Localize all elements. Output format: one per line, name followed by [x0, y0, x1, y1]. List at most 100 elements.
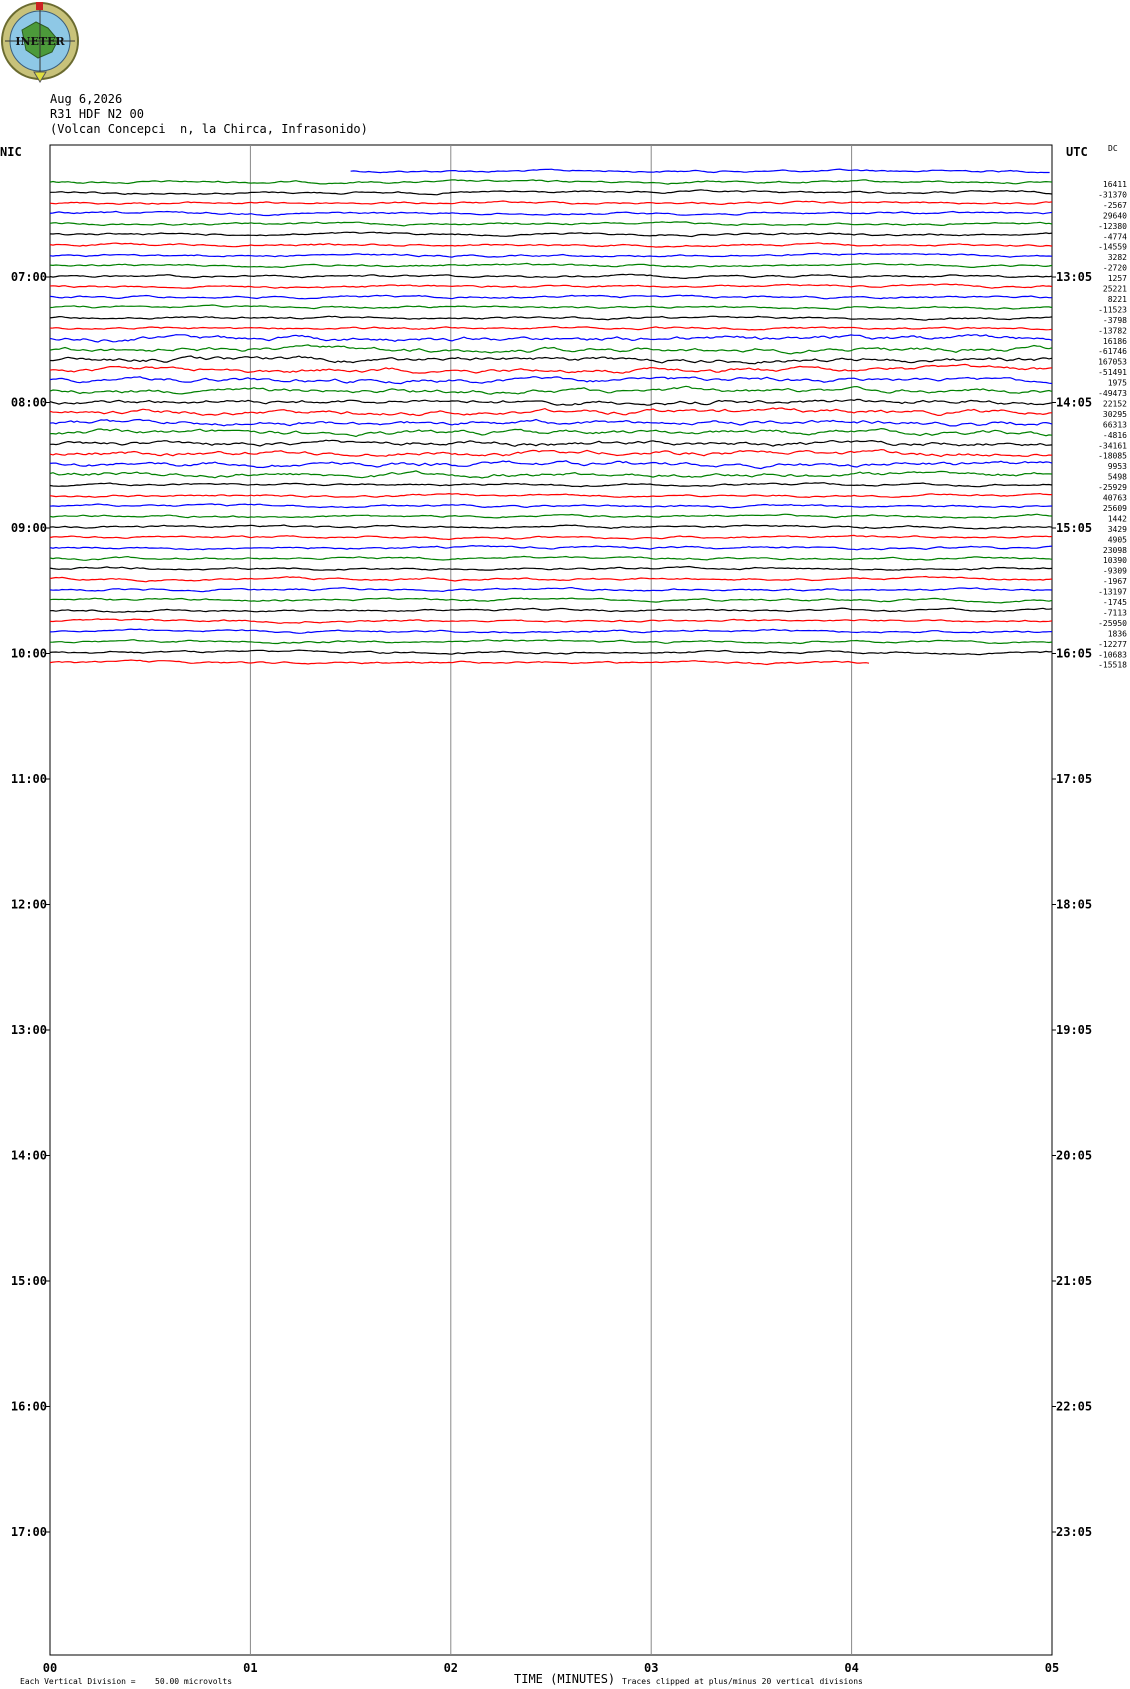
dc-offset-label: 167053: [1098, 358, 1127, 367]
trace-line: [49, 334, 1053, 343]
trace-line: [49, 344, 1053, 355]
trace-line: [49, 659, 870, 666]
dc-offset-label: 4905: [1108, 535, 1127, 544]
dc-offset-label: 8221: [1108, 295, 1127, 304]
trace-line: [49, 649, 1053, 656]
tick-labels: 00 01 02 03 04 05 07:00 08:00 09:00 10:00 11:00 12:…: [11, 180, 1127, 1675]
dc-offset-label: -12380: [1098, 222, 1127, 231]
dc-offset-label: 3282: [1108, 253, 1127, 262]
dc-offset-label: -3798: [1103, 316, 1127, 325]
dc-offset-label: -4774: [1103, 232, 1127, 241]
grid-lines: [46, 144, 1056, 1656]
trace-line: [49, 179, 1053, 185]
trace-line: [49, 586, 1053, 593]
trace-line: [49, 513, 1053, 519]
right-hour-label: 17:05: [1056, 772, 1092, 786]
dc-offset-label: -12277: [1098, 640, 1127, 649]
trace-line: [49, 524, 1053, 530]
left-hour-label: 13:00: [11, 1023, 47, 1037]
left-hour-label: 08:00: [11, 396, 47, 410]
x-tick-label: 02: [444, 1661, 458, 1675]
trace-line: [49, 628, 1053, 634]
trace-line: [50, 427, 1053, 438]
trace-line: [49, 221, 1053, 227]
trace-line: [49, 597, 1053, 604]
left-hour-label: 10:00: [11, 647, 47, 661]
trace-line: [49, 325, 1053, 331]
dc-offset-label: 16186: [1103, 337, 1127, 346]
dc-offset-label: -7113: [1103, 608, 1127, 617]
dc-offset-label: 1442: [1108, 514, 1127, 523]
dc-offset-label: -1967: [1103, 577, 1127, 586]
trace-line: [49, 376, 1053, 385]
dc-offset-label: -18085: [1098, 452, 1127, 461]
left-hour-label: 16:00: [11, 1400, 47, 1414]
trace-line: [49, 418, 1053, 427]
trace-line: [49, 273, 1053, 280]
trace-line: [350, 168, 1050, 174]
dc-offset-label: 40763: [1103, 494, 1127, 503]
dc-offset-label: 25609: [1103, 504, 1127, 513]
trace-line: [49, 355, 1053, 365]
dc-offset-label: 3429: [1108, 525, 1127, 534]
x-tick-label: 01: [243, 1661, 257, 1675]
right-hour-label: 13:05: [1056, 270, 1092, 284]
dc-offset-label: -25950: [1098, 619, 1127, 628]
dc-offset-label: -14559: [1098, 243, 1127, 252]
right-hour-label: 20:05: [1056, 1149, 1092, 1163]
x-tick-label: 04: [844, 1661, 858, 1675]
dc-offset-label: -2720: [1103, 264, 1127, 273]
division-note: Each Vertical Division =: [20, 1677, 136, 1686]
right-hour-label: 14:05: [1056, 396, 1092, 410]
helicorder-plot: 00 01 02 03 04 05 07:00 08:00 09:00 10:00 11:00 12:…: [11, 144, 1127, 1675]
trace-line: [49, 200, 1053, 206]
trace-line: [49, 283, 1053, 289]
trace-line: [49, 242, 1053, 248]
dc-offset-label: -1745: [1103, 598, 1127, 607]
trace-line: [49, 448, 1053, 458]
x-tick-label: 03: [644, 1661, 658, 1675]
dc-offset-label: 29640: [1103, 211, 1127, 220]
dc-offset-label: -11523: [1098, 305, 1127, 314]
dc-offset-label: 1836: [1108, 629, 1127, 638]
dc-offset-label: 9953: [1108, 462, 1127, 471]
left-hour-label: 15:00: [11, 1274, 47, 1288]
right-hour-label: 18:05: [1056, 898, 1092, 912]
clipped-note: Traces clipped at plus/minus 20 vertical…: [622, 1677, 863, 1686]
trace-line: [49, 607, 1053, 613]
dc-offset-label: 30295: [1103, 410, 1127, 419]
dc-offset-label: 16411: [1103, 180, 1127, 189]
dc-offset-label: 25221: [1103, 285, 1127, 294]
trace-line: [49, 304, 1053, 311]
left-hour-label: 11:00: [11, 772, 47, 786]
dc-offset-label: -15518: [1098, 661, 1127, 670]
right-hour-label: 19:05: [1056, 1023, 1092, 1037]
trace-line: [49, 503, 1053, 509]
right-hour-label: 16:05: [1056, 647, 1092, 661]
dc-offset-label: -25929: [1098, 483, 1127, 492]
trace-line: [49, 639, 1053, 645]
trace-line: [49, 252, 1053, 258]
trace-line: [49, 385, 1053, 395]
trace-line: [49, 555, 1053, 561]
dc-offset-label: 1257: [1108, 274, 1127, 283]
trace-line: [49, 363, 1053, 374]
trace-line: [49, 618, 1053, 624]
dc-offset-label: -61746: [1098, 347, 1127, 356]
right-hour-label: 23:05: [1056, 1525, 1092, 1539]
dc-offset-label: 5498: [1108, 473, 1127, 482]
dc-offset-label: -4816: [1103, 431, 1127, 440]
trace-line: [49, 439, 1053, 447]
dc-offset-label: -34161: [1098, 441, 1127, 450]
trace-line: [49, 482, 1053, 488]
x-axis-title: TIME (MINUTES): [514, 1672, 616, 1686]
dc-offset-label: -49473: [1098, 389, 1127, 398]
trace-line: [49, 398, 1053, 406]
dc-offset-label: -13782: [1098, 326, 1127, 335]
trace-line: [49, 262, 1053, 269]
trace-line: [49, 575, 1053, 583]
trace-line: [49, 565, 1053, 571]
trace-line: [49, 460, 1053, 470]
dc-offset-label: 1975: [1108, 379, 1127, 388]
right-hour-label: 22:05: [1056, 1400, 1092, 1414]
